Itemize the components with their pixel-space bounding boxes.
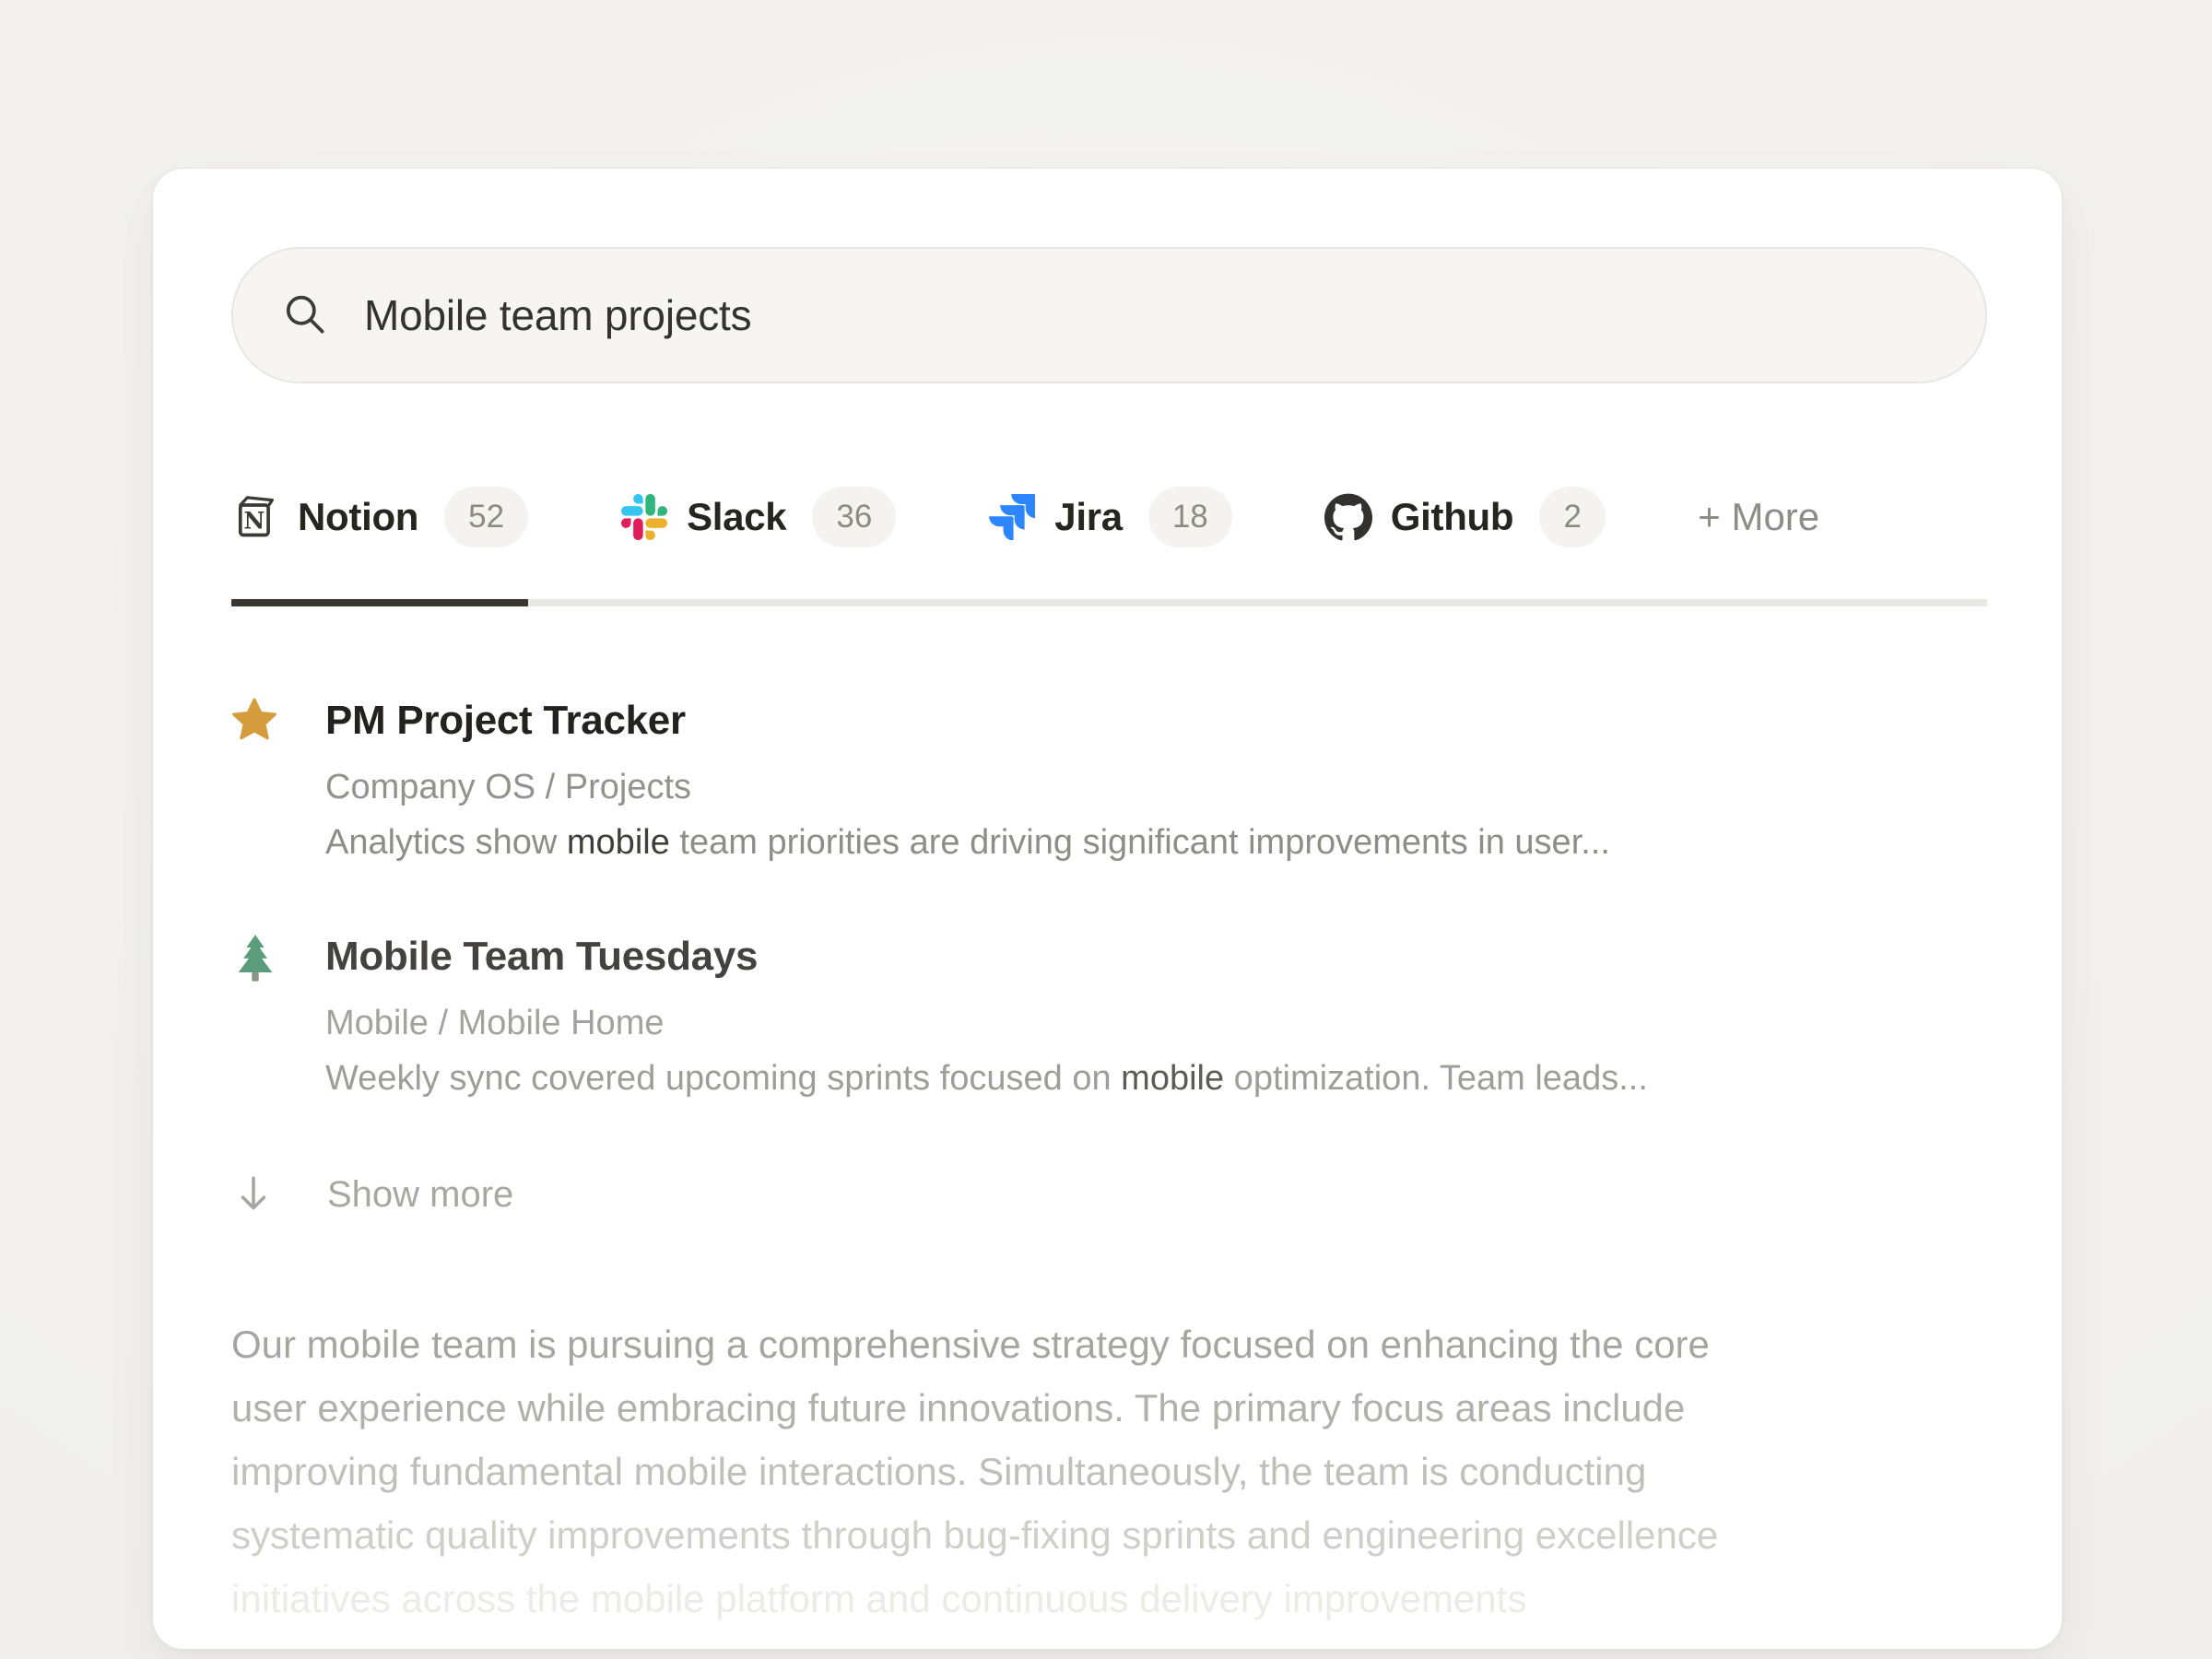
snippet-highlight: mobile xyxy=(567,823,670,862)
tab-slack-label: Slack xyxy=(687,495,786,539)
tab-jira-label: Jira xyxy=(1054,495,1123,539)
result-pm-project-tracker[interactable]: PM Project Tracker Company OS / Projects… xyxy=(231,695,1985,865)
arrow-down-icon xyxy=(231,1172,276,1217)
result-mobile-team-tuesdays[interactable]: Mobile Team Tuesdays Mobile / Mobile Hom… xyxy=(231,931,1985,1100)
result-breadcrumb: Mobile / Mobile Home xyxy=(325,1001,1648,1045)
result-breadcrumb: Company OS / Projects xyxy=(325,765,1610,809)
svg-text:N: N xyxy=(244,507,265,534)
result-snippet: Weekly sync covered upcoming sprints foc… xyxy=(325,1056,1648,1100)
tab-slack-count: 36 xyxy=(812,487,896,547)
result-body: Mobile Team Tuesdays Mobile / Mobile Hom… xyxy=(325,931,1648,1100)
notion-icon: N xyxy=(231,493,279,541)
summary-line-faded: initiatives across the mobile platform a… xyxy=(231,1567,1987,1630)
github-icon xyxy=(1324,493,1372,541)
summary-line: systematic quality improvements through … xyxy=(231,1503,1987,1567)
snippet-text: team priorities are driving significant … xyxy=(670,823,1610,862)
tab-notion-count: 52 xyxy=(444,487,528,547)
tab-more[interactable]: + More xyxy=(1698,495,1819,539)
tree-icon xyxy=(231,931,276,1100)
snippet-highlight: mobile xyxy=(1121,1059,1224,1098)
snippet-text: optimization. Team leads... xyxy=(1224,1059,1648,1098)
tab-jira-count: 18 xyxy=(1148,487,1232,547)
search-icon xyxy=(281,290,331,340)
tab-jira[interactable]: Jira 18 xyxy=(988,487,1231,547)
show-more-label: Show more xyxy=(327,1174,513,1216)
tab-notion[interactable]: N Notion 52 xyxy=(231,487,528,547)
source-tabs: N Notion 52 Slack 36 xyxy=(231,487,1987,606)
slack-icon xyxy=(620,493,668,541)
summary-line: improving fundamental mobile interaction… xyxy=(231,1440,1987,1503)
ai-summary: Our mobile team is pursuing a comprehens… xyxy=(231,1312,1987,1630)
tab-github-count: 2 xyxy=(1539,487,1606,547)
tab-github[interactable]: Github 2 xyxy=(1324,487,1606,547)
tab-notion-label: Notion xyxy=(298,495,418,539)
snippet-text: Weekly sync covered upcoming sprints foc… xyxy=(325,1059,1121,1098)
snippet-text: Analytics show xyxy=(325,823,567,862)
search-results-panel: Mobile team projects N Notion 52 xyxy=(152,168,2063,1650)
search-bar[interactable]: Mobile team projects xyxy=(231,247,1987,383)
search-input[interactable]: Mobile team projects xyxy=(364,290,751,340)
summary-line: Our mobile team is pursuing a comprehens… xyxy=(231,1312,1987,1376)
show-more-button[interactable]: Show more xyxy=(231,1171,1985,1218)
summary-line: user experience while embracing future i… xyxy=(231,1376,1987,1440)
jira-icon xyxy=(988,493,1036,541)
result-body: PM Project Tracker Company OS / Projects… xyxy=(325,695,1610,865)
results-list: PM Project Tracker Company OS / Projects… xyxy=(231,695,1985,1100)
result-title[interactable]: Mobile Team Tuesdays xyxy=(325,931,1648,982)
tab-slack[interactable]: Slack 36 xyxy=(620,487,896,547)
result-snippet: Analytics show mobile team priorities ar… xyxy=(325,820,1610,865)
tab-github-label: Github xyxy=(1391,495,1514,539)
star-icon xyxy=(231,695,276,865)
result-title[interactable]: PM Project Tracker xyxy=(325,695,1610,747)
